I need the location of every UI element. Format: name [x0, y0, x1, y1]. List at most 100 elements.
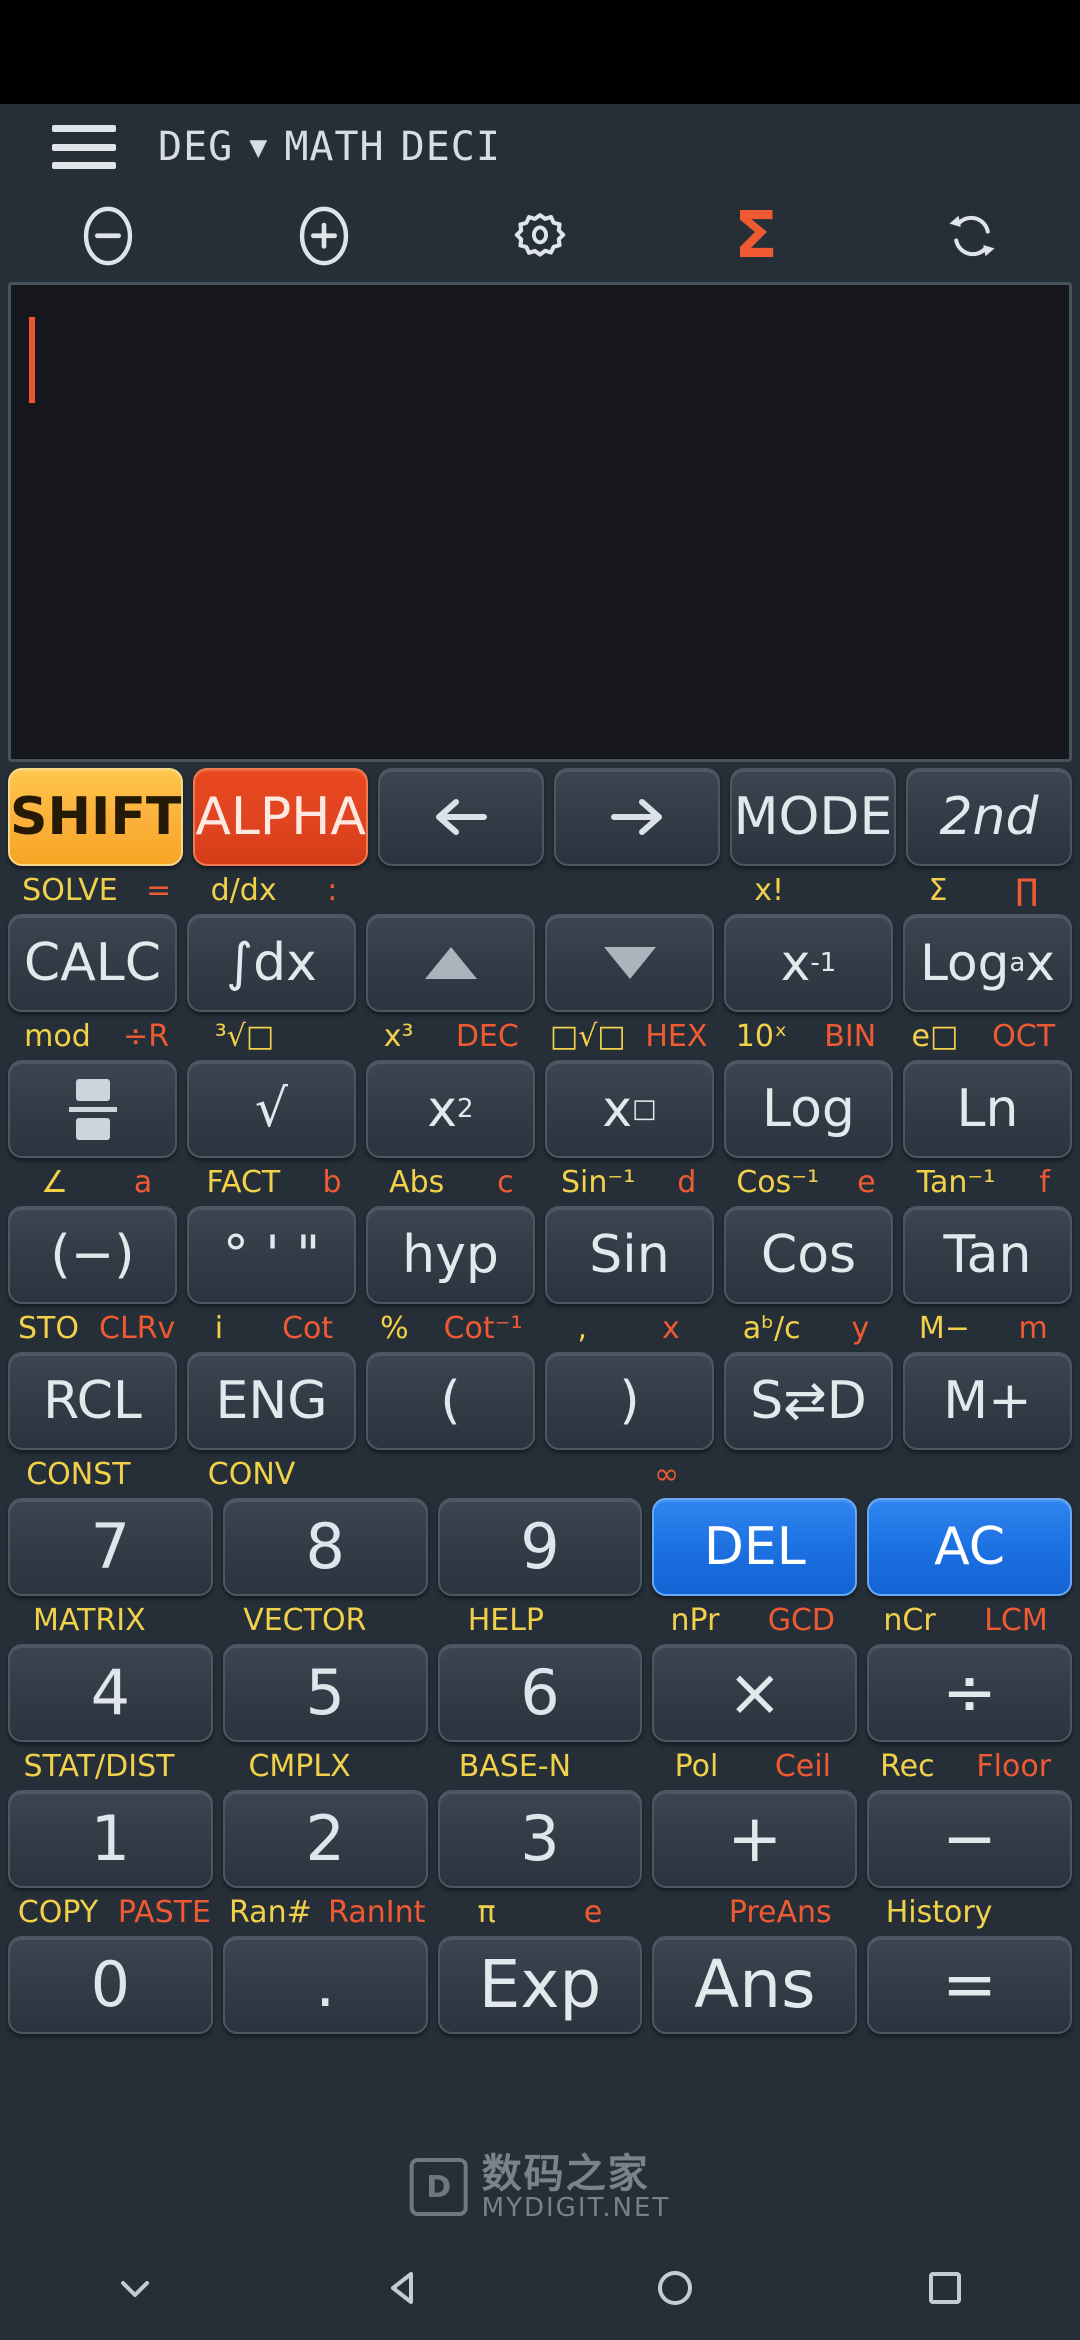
text-cursor: [29, 317, 35, 403]
rparen-key[interactable]: ): [545, 1352, 714, 1450]
dms-key[interactable]: ° ' ": [187, 1206, 356, 1304]
key-label: x: [602, 1080, 632, 1138]
key-label: ×: [727, 1654, 783, 1731]
refresh-button[interactable]: [864, 190, 1080, 282]
status-bar: [0, 0, 1080, 104]
exp-key[interactable]: Exp: [437, 1936, 643, 2034]
s-to-d-key[interactable]: S⇄D: [724, 1352, 893, 1450]
shift-function-label: Abs: [389, 1165, 445, 1200]
integral-key[interactable]: ∫dx: [187, 914, 356, 1012]
expression-display[interactable]: [8, 282, 1072, 762]
key-label: 6: [520, 1656, 560, 1729]
shift-function-label: nPr: [670, 1603, 720, 1638]
key-function-label-row: ∠ a FACT b Abs c Sin⁻¹ d Cos⁻¹ e Tan⁻¹ f: [4, 1160, 1076, 1206]
decimal-key[interactable]: .: [222, 1936, 428, 2034]
key-function-label-group: SOLVE =: [8, 876, 185, 906]
down-key[interactable]: [545, 914, 714, 1012]
ans-key[interactable]: Ans: [652, 1936, 858, 2034]
negative-key[interactable]: (−): [8, 1206, 177, 1304]
tan-key[interactable]: Tan: [903, 1206, 1072, 1304]
rcl-key[interactable]: RCL: [8, 1352, 177, 1450]
key-function-label-group: CMPLX: [221, 1752, 434, 1782]
keypad-row: 4 5 6 × ÷: [4, 1644, 1076, 1742]
hyp-key[interactable]: hyp: [366, 1206, 535, 1304]
log-key[interactable]: Log: [724, 1060, 893, 1158]
inverse-key[interactable]: x -1: [724, 914, 893, 1012]
key-label: Tan: [943, 1225, 1032, 1285]
shift-key[interactable]: SHIFT: [8, 768, 184, 866]
memory-plus-key[interactable]: M+: [903, 1352, 1072, 1450]
ln-key[interactable]: Ln: [903, 1060, 1072, 1158]
calc-key[interactable]: CALC: [8, 914, 177, 1012]
key-function-label-row: STAT/DIST CMPLX BASE-N Pol Ceil Rec Floor: [4, 1744, 1076, 1790]
chevron-down-icon[interactable]: ▼: [249, 130, 268, 165]
two-key[interactable]: 2: [222, 1790, 428, 1888]
sqrt-key[interactable]: √: [187, 1060, 356, 1158]
2nd-key[interactable]: 2nd: [905, 768, 1073, 866]
base-mode-label[interactable]: DECI: [401, 124, 501, 170]
three-key[interactable]: 3: [437, 1790, 643, 1888]
plus-key[interactable]: +: [652, 1790, 858, 1888]
up-key[interactable]: [366, 914, 535, 1012]
key-function-label-group: Tan⁻¹ f: [895, 1168, 1072, 1198]
zoom-out-button[interactable]: [0, 190, 216, 282]
angle-mode-label[interactable]: DEG: [158, 124, 233, 170]
key-function-label-group: PreAns: [646, 1898, 859, 1928]
alpha-function-label: GCD: [767, 1603, 836, 1638]
nav-recents-button[interactable]: [917, 2260, 973, 2316]
settings-button[interactable]: [432, 190, 648, 282]
key-label: 7: [90, 1510, 131, 1583]
hamburger-menu-icon[interactable]: [52, 125, 116, 169]
multiply-key[interactable]: ×: [652, 1644, 858, 1742]
one-key[interactable]: 1: [8, 1790, 213, 1888]
key-label: 1: [90, 1802, 131, 1875]
alpha-key[interactable]: ALPHA: [193, 768, 368, 866]
lparen-key[interactable]: (: [366, 1352, 535, 1450]
alpha-function-label: a: [133, 1165, 153, 1200]
math-mode-label[interactable]: MATH: [284, 124, 384, 170]
del-key[interactable]: DEL: [652, 1498, 858, 1596]
key-label: .: [315, 1948, 336, 2021]
eight-key[interactable]: 8: [222, 1498, 428, 1596]
shift-function-label: FACT: [206, 1165, 281, 1200]
fraction-icon: [68, 1078, 117, 1140]
right-key[interactable]: [553, 768, 720, 866]
shift-function-label: x!: [754, 873, 784, 908]
zero-key[interactable]: 0: [8, 1936, 213, 2034]
divide-key[interactable]: ÷: [867, 1644, 1072, 1742]
zoom-in-button[interactable]: [216, 190, 432, 282]
keypad-row: RCL ENG () S⇄D M+: [4, 1352, 1076, 1450]
alpha-function-label: c: [497, 1165, 514, 1200]
display-area: [0, 282, 1080, 762]
key-function-label-group: Cos⁻¹ e: [717, 1168, 894, 1198]
left-key[interactable]: [377, 768, 544, 866]
fraction-key[interactable]: [8, 1060, 177, 1158]
nav-collapse-button[interactable]: [107, 2260, 163, 2316]
sin-key[interactable]: Sin: [545, 1206, 714, 1304]
square-key[interactable]: x2: [366, 1060, 535, 1158]
sigma-button[interactable]: Σ: [648, 190, 864, 282]
key-function-label-row: SOLVE = d/dx: x! Σ ∏: [4, 868, 1076, 914]
eng-key[interactable]: ENG: [187, 1352, 356, 1450]
log-base-key[interactable]: Log a x: [903, 914, 1072, 1012]
key-label: Log: [920, 934, 1010, 992]
key-function-label-row: COPY PASTE Ran# RanInt π e PreAns History: [4, 1890, 1076, 1936]
mode-key[interactable]: MODE: [729, 768, 896, 866]
nine-key[interactable]: 9: [437, 1498, 643, 1596]
minus-key[interactable]: −: [867, 1790, 1072, 1888]
ac-key[interactable]: AC: [867, 1498, 1072, 1596]
key-function-label-group: nPr GCD: [646, 1606, 859, 1636]
equals-key[interactable]: =: [867, 1936, 1072, 2034]
app-header: DEG ▼ MATH DECI: [0, 104, 1080, 190]
four-key[interactable]: 4: [8, 1644, 213, 1742]
nav-home-button[interactable]: [647, 2260, 703, 2316]
nav-back-button[interactable]: [377, 2260, 433, 2316]
cos-key[interactable]: Cos: [724, 1206, 893, 1304]
six-key[interactable]: 6: [437, 1644, 643, 1742]
arrow-right-icon: [610, 799, 662, 835]
shift-function-label: M−: [918, 1311, 970, 1346]
five-key[interactable]: 5: [222, 1644, 428, 1742]
power-key[interactable]: x □: [545, 1060, 714, 1158]
seven-key[interactable]: 7: [8, 1498, 213, 1596]
triangle-back-icon: [391, 2272, 413, 2304]
